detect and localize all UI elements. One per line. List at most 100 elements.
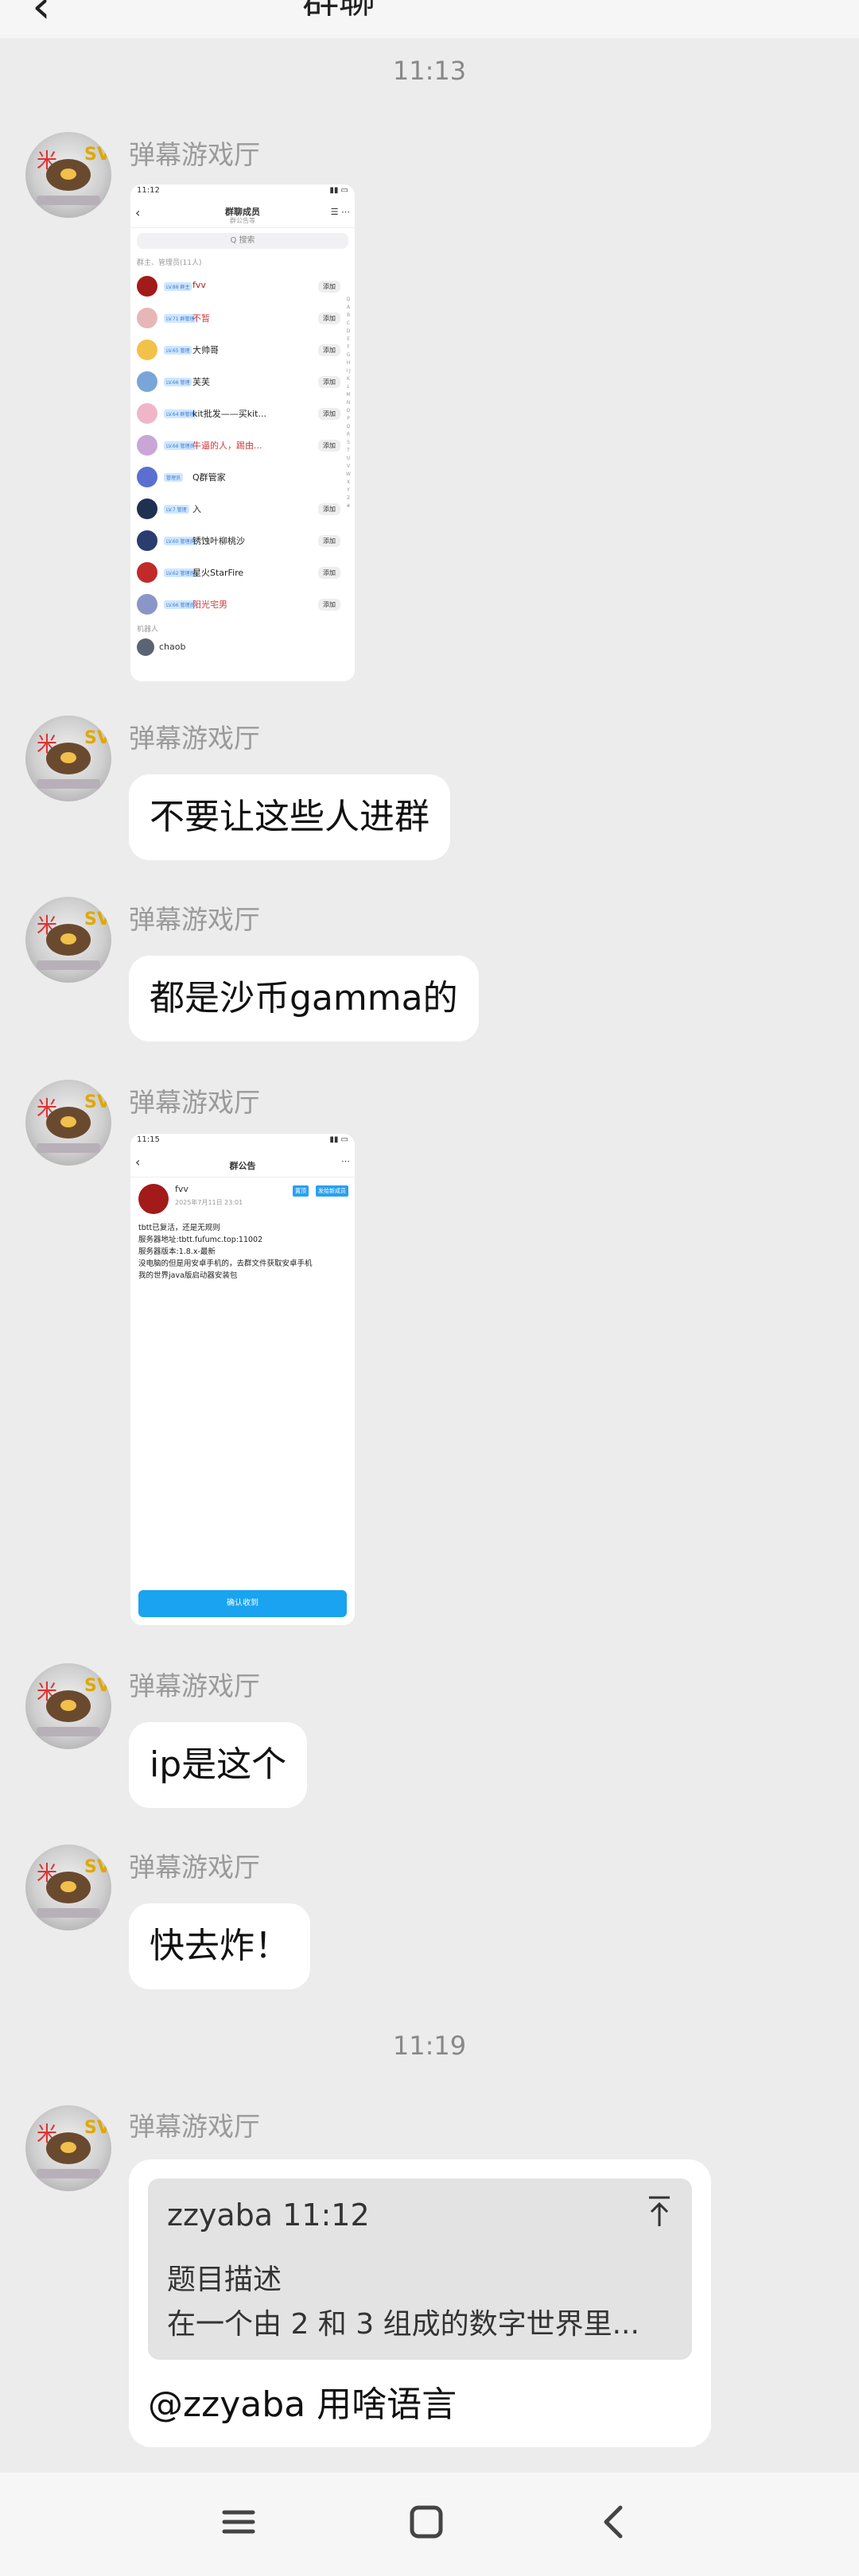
member-row: LV.62 管理员 星火StarFire 添加 [130, 557, 355, 588]
timestamp: 11:19 [392, 2031, 467, 2061]
author-name: fvv [175, 1184, 189, 1194]
member-avatar [137, 308, 157, 328]
add-button: 添加 [318, 344, 340, 356]
text-message[interactable]: 都是沙币gamma的 [129, 956, 479, 1042]
sender-name: 弹幕游戏厅 [129, 1087, 260, 1118]
avatar[interactable]: 米 SV [25, 1845, 111, 1930]
avatar[interactable]: 米 SV [25, 132, 111, 218]
back-triangle-icon[interactable] [590, 2498, 638, 2546]
member-tag: LV.66 管理 [164, 378, 192, 386]
quote-line: 在一个由 2 和 3 组成的数字世界里... [167, 2308, 639, 2341]
home-square-icon[interactable] [402, 2498, 450, 2546]
confirm-button: 确认收到 [138, 1590, 347, 1617]
member-name: 不暂 [192, 313, 210, 324]
quote-line: 题目描述 [167, 2264, 282, 2296]
alphabet-index: Q A B C D E F G H I J K L M N O P Q R S … [346, 297, 351, 509]
member-name: 芙芙 [192, 377, 210, 387]
menu-icon[interactable] [215, 2498, 262, 2546]
add-button: 添加 [318, 440, 340, 452]
image-message-member-list[interactable]: 11:12 ▮▮ ▭ ‹ 群聊成员 群公告等 ☰ ⋯ Q 搜索 群主、管理员(11… [130, 184, 355, 681]
system-navigation-bar [0, 2473, 859, 2576]
text-message[interactable]: 不要让这些人进群 [129, 774, 450, 860]
add-button: 添加 [318, 312, 340, 324]
member-name: kit批发——买kit... [192, 409, 266, 419]
add-button: 添加 [318, 535, 340, 547]
member-avatar [137, 562, 157, 583]
pinned-badge: 置顶 [293, 1185, 309, 1197]
section-label: 群主、管理员(11人) [137, 259, 202, 267]
member-row: LV.7 管理入 添加 [130, 493, 355, 525]
avatar[interactable]: 米 SV [25, 1080, 111, 1166]
member-avatar [137, 467, 157, 487]
member-name: 锈蚀叶柳桃沙 [192, 536, 245, 546]
add-button: 添加 [318, 599, 340, 611]
member-name: 星火StarFire [192, 568, 244, 578]
avatar[interactable]: 米 SV [25, 897, 111, 983]
sender-name: 弹幕游戏厅 [129, 139, 260, 170]
member-tag: 管理员 [164, 473, 184, 482]
status-time: 11:12 [137, 186, 160, 195]
member-row: LV.66 管理员 牛逼的人，踢由... 添加 [130, 429, 355, 461]
search-box: Q 搜索 [137, 233, 348, 249]
member-avatar [137, 530, 157, 551]
robot-avatar [137, 638, 154, 656]
member-row: LV.65 管理 大帅哥 添加 [130, 334, 355, 366]
image-message-announcement[interactable]: 11:15 ▮▮ ▭ ‹ 群公告 ⋯ fvv 2025年7月11日 23:01 置… [130, 1134, 355, 1625]
member-row: LV.88 群主 fvv 添加 [130, 270, 355, 302]
title-bar: ‹ 群聊 [0, 0, 859, 38]
member-name: 阳光宅男 [192, 599, 227, 610]
timestamp: 11:13 [392, 56, 467, 86]
robot-name: chaob [159, 642, 186, 652]
member-avatar [137, 403, 157, 424]
sender-name: 弹幕游戏厅 [129, 904, 260, 935]
add-button: 添加 [318, 567, 340, 579]
screen-title: 群公告 [229, 1161, 256, 1171]
member-name: 大帅哥 [192, 345, 219, 355]
sender-name: 弹幕游戏厅 [129, 723, 260, 754]
avatar[interactable]: 米 SV [25, 2105, 111, 2191]
add-button: 添加 [318, 376, 340, 388]
author-avatar [138, 1184, 169, 1214]
member-avatar [137, 276, 157, 297]
avatar[interactable]: 米 SV [25, 1663, 111, 1749]
robots-section: 机器人 [137, 626, 159, 634]
reply-text: @zzyaba 用啥语言 [148, 2384, 457, 2425]
member-row: LV.64 群管理 kit批发——买kit... 添加 [130, 398, 355, 429]
member-tag: LV.88 群主 [164, 282, 192, 291]
member-avatar [137, 499, 157, 519]
more-icon: ⋯ [341, 1156, 350, 1166]
announcement-body: tbtt已复活，还是无规则 服务器地址:tbtt.fufumc.top:1100… [138, 1224, 313, 1280]
text-message[interactable]: ip是这个 [129, 1722, 308, 1808]
member-tag: LV.7 管理 [164, 505, 189, 514]
member-avatar [137, 339, 157, 360]
sender-name: 弹幕游戏厅 [129, 1852, 260, 1883]
new-member-badge: 发给新成员 [316, 1185, 348, 1197]
status-time: 11:15 [137, 1135, 160, 1144]
add-button: 添加 [318, 281, 340, 293]
member-row: LV.71 群管理 不暂 添加 [130, 302, 355, 334]
add-button: 添加 [318, 503, 340, 515]
back-chevron-icon[interactable]: ‹ [32, 0, 51, 30]
member-row: LV.66 管理员 阳光宅男 添加 [130, 588, 355, 620]
member-row: LV.66 管理 芙芙 添加 [130, 366, 355, 398]
member-avatar [137, 435, 157, 456]
avatar[interactable]: 米 SV [25, 716, 111, 801]
sender-name: 弹幕游戏厅 [129, 1670, 260, 1701]
member-name: Q群管家 [192, 472, 226, 483]
sender-name: 弹幕游戏厅 [129, 2111, 260, 2142]
reply-message[interactable]: zzyaba 11:12 题目描述 在一个由 2 和 3 组成的数字世界里...… [129, 2159, 711, 2447]
member-name: 牛逼的人，踢由... [192, 440, 262, 451]
jump-to-top-icon[interactable] [646, 2194, 673, 2229]
text-message[interactable]: 快去炸！ [129, 1903, 310, 1989]
member-row: LV.60 管理员 锈蚀叶柳桃沙 添加 [130, 525, 355, 557]
screen-subtitle: 群公告等 [230, 217, 255, 224]
add-button: 添加 [318, 408, 340, 420]
more-icon: ☰ ⋯ [330, 207, 350, 217]
quoted-message[interactable]: zzyaba 11:12 题目描述 在一个由 2 和 3 组成的数字世界里... [148, 2178, 692, 2360]
member-name: fvv [192, 280, 206, 290]
member-tag: LV.65 管理 [164, 346, 192, 355]
member-row: 管理员 Q群管家 [130, 461, 355, 493]
post-date: 2025年7月11日 23:01 [175, 1199, 243, 1206]
quote-author: zzyaba 11:12 [167, 2198, 370, 2233]
member-name: 入 [192, 504, 201, 514]
